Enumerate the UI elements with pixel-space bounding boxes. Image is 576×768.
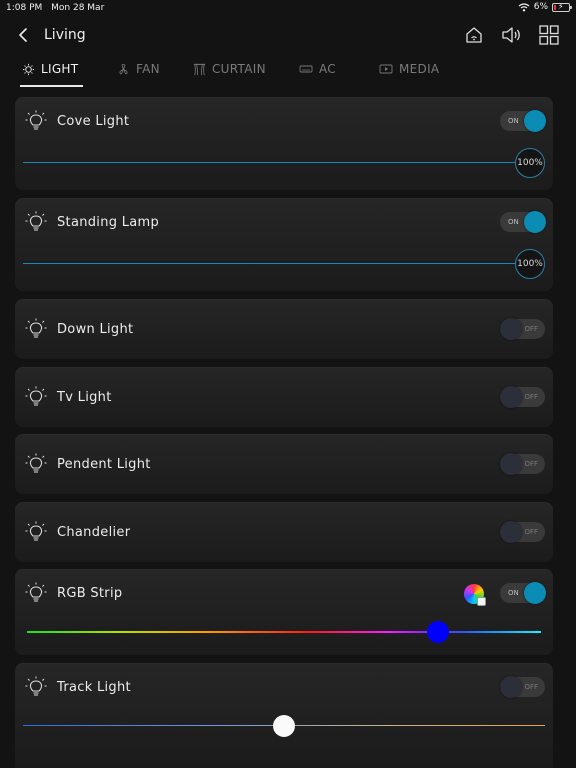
status-time: 1:08 PM bbox=[6, 3, 43, 13]
power-toggle[interactable]: OFF bbox=[500, 453, 545, 475]
power-toggle[interactable]: ON bbox=[500, 110, 546, 132]
device-card-standing-lamp: Standing Lamp ON 100% bbox=[15, 198, 553, 291]
toggle-label: OFF bbox=[524, 393, 538, 401]
bulb-icon bbox=[25, 453, 47, 473]
device-name: RGB Strip bbox=[57, 586, 123, 601]
tab-label: CURTAIN bbox=[212, 62, 266, 76]
toggle-knob bbox=[500, 453, 522, 475]
header: Living bbox=[0, 20, 576, 50]
device-name: Down Light bbox=[57, 322, 134, 337]
bulb-icon bbox=[25, 386, 47, 406]
bulb-icon bbox=[25, 582, 47, 602]
tab-light[interactable]: LIGHT bbox=[22, 62, 78, 76]
tab-label: FAN bbox=[136, 62, 160, 76]
device-card-chandelier: Chandelier OFF bbox=[15, 502, 553, 562]
toggle-knob bbox=[524, 582, 546, 604]
active-tab-indicator bbox=[20, 85, 83, 87]
tab-label: MEDIA bbox=[399, 62, 440, 76]
speaker-icon[interactable] bbox=[500, 24, 522, 46]
color-temp-handle[interactable] bbox=[273, 715, 295, 737]
device-name: Standing Lamp bbox=[57, 215, 160, 230]
media-icon bbox=[379, 64, 393, 74]
power-toggle[interactable]: OFF bbox=[500, 676, 545, 698]
toggle-label: ON bbox=[508, 589, 519, 597]
back-chevron-icon[interactable] bbox=[14, 25, 34, 45]
ac-icon bbox=[299, 65, 313, 73]
device-name: Pendent Light bbox=[57, 457, 151, 472]
fan-icon bbox=[119, 63, 128, 74]
power-toggle[interactable]: OFF bbox=[500, 521, 545, 543]
dimmer-handle[interactable]: 100% bbox=[515, 249, 545, 279]
battery-percent: 6% bbox=[533, 2, 548, 12]
device-name: Chandelier bbox=[57, 525, 131, 540]
toggle-label: OFF bbox=[524, 683, 538, 691]
device-name: Cove Light bbox=[57, 114, 130, 129]
toggle-knob bbox=[500, 676, 522, 698]
tab-curtain[interactable]: CURTAIN bbox=[193, 62, 266, 76]
toggle-label: OFF bbox=[524, 460, 538, 468]
color-picker-icon[interactable] bbox=[464, 584, 486, 606]
bulb-icon bbox=[25, 521, 47, 541]
tab-label: AC bbox=[319, 62, 336, 76]
toggle-knob bbox=[500, 521, 522, 543]
tab-ac[interactable]: AC bbox=[299, 62, 336, 76]
toggle-knob bbox=[500, 386, 522, 408]
tab-media[interactable]: MEDIA bbox=[379, 62, 439, 76]
tab-fan[interactable]: FAN bbox=[117, 62, 160, 76]
hue-slider-handle[interactable] bbox=[427, 621, 450, 643]
toggle-knob bbox=[500, 318, 522, 340]
home-icon[interactable] bbox=[463, 24, 485, 46]
dimmer-track[interactable] bbox=[23, 263, 528, 264]
dimmer-track[interactable] bbox=[23, 162, 528, 163]
hue-slider-track[interactable] bbox=[27, 631, 541, 633]
status-bar: 1:08 PM Mon 28 Mar 6% ⚡ bbox=[0, 0, 576, 16]
tab-label: LIGHT bbox=[41, 62, 79, 76]
device-card-tv-light: Tv Light OFF bbox=[15, 367, 553, 427]
bulb-icon bbox=[25, 211, 47, 231]
bulb-icon bbox=[25, 676, 47, 696]
status-date: Mon 28 Mar bbox=[51, 3, 105, 13]
bulb-icon bbox=[25, 110, 47, 130]
grid-icon[interactable] bbox=[538, 24, 560, 46]
curtain-icon bbox=[193, 63, 206, 75]
bulb-icon bbox=[25, 318, 47, 338]
category-tabs: LIGHT FAN CURTAIN AC MEDIA bbox=[0, 56, 576, 88]
device-card-cove-light: Cove Light ON 100% bbox=[15, 97, 553, 190]
dimmer-handle[interactable]: 100% bbox=[515, 148, 545, 178]
toggle-label: ON bbox=[508, 218, 519, 226]
toggle-knob bbox=[524, 110, 546, 132]
bulb-icon bbox=[22, 63, 35, 75]
wifi-icon bbox=[518, 2, 530, 11]
page-title: Living bbox=[44, 27, 86, 43]
toggle-label: OFF bbox=[524, 325, 538, 333]
toggle-label: ON bbox=[508, 117, 519, 125]
device-card-rgb-strip: RGB Strip ON bbox=[15, 569, 553, 655]
device-card-down-light: Down Light OFF bbox=[15, 299, 553, 359]
power-toggle[interactable]: ON bbox=[500, 582, 546, 604]
toggle-knob bbox=[524, 211, 546, 233]
power-toggle[interactable]: OFF bbox=[500, 386, 545, 408]
toggle-label: OFF bbox=[524, 528, 538, 536]
battery-icon: ⚡ bbox=[552, 2, 572, 12]
device-name: Tv Light bbox=[57, 390, 112, 405]
power-toggle[interactable]: OFF bbox=[500, 318, 545, 340]
power-toggle[interactable]: ON bbox=[500, 211, 546, 233]
device-name: Track Light bbox=[57, 680, 131, 695]
device-card-track-light: Track Light OFF bbox=[15, 663, 553, 768]
device-card-pendent-light: Pendent Light OFF bbox=[15, 434, 553, 494]
